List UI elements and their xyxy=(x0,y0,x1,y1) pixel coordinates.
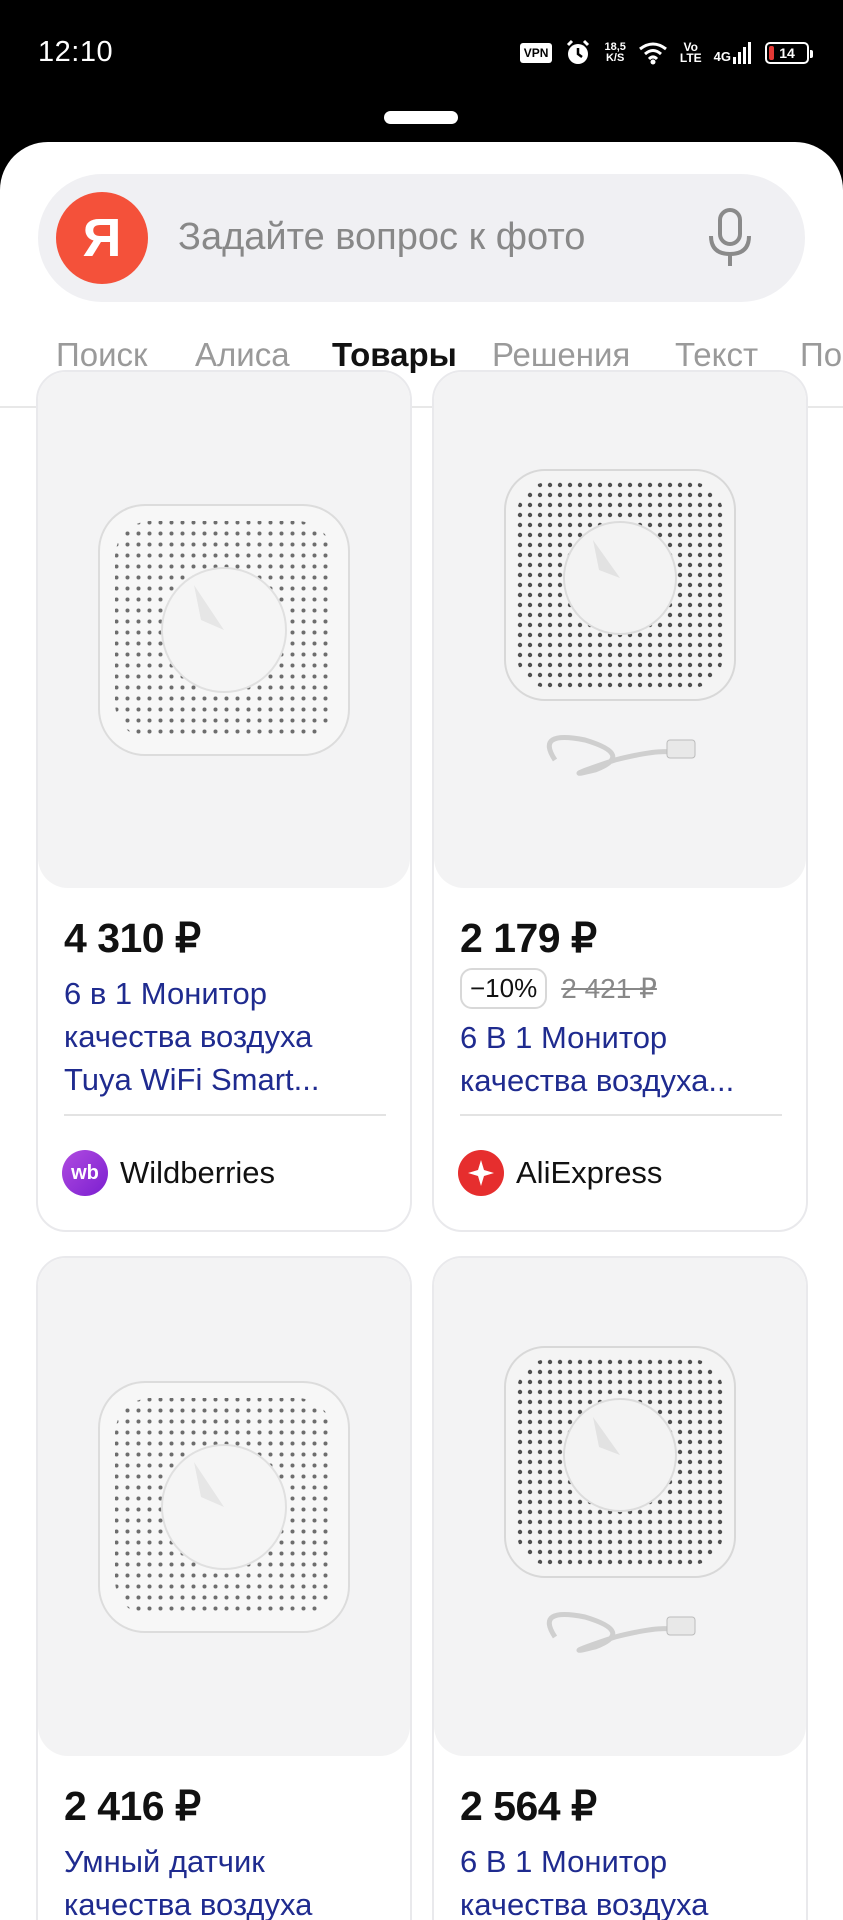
cellular-signal: 4G xyxy=(714,42,753,64)
product-image[interactable] xyxy=(38,372,410,888)
product-title[interactable]: 6 В 1 Монитор качества воздуха xyxy=(460,1840,790,1920)
product-price: 2 179 ₽ xyxy=(460,915,597,961)
speed-unit: K/S xyxy=(605,52,625,64)
product-title-line: 6 В 1 Монитор xyxy=(460,1020,668,1055)
product-title-line: качества воздуха xyxy=(64,1019,313,1054)
product-price: 2 416 ₽ xyxy=(64,1783,201,1829)
product-grid: 4 310 ₽ 6 в 1 Монитор качества воздуха T… xyxy=(0,370,843,1920)
volte-indicator: Vo LTE xyxy=(679,41,702,65)
discount-row: −10% 2 421 ₽ xyxy=(460,968,657,1009)
store-name: Wildberries xyxy=(120,1155,276,1190)
product-title-line: Tuya WiFi Smart... xyxy=(64,1062,320,1097)
air-monitor-with-cable-image xyxy=(504,1346,736,1653)
product-title-line: 6 В 1 Монитор xyxy=(460,1844,668,1879)
network-type: 4G xyxy=(713,49,731,64)
search-input[interactable]: Задайте вопрос к фото xyxy=(178,216,585,259)
status-time: 12:10 xyxy=(38,36,114,68)
product-title-line: качества воздуха... xyxy=(460,1063,735,1098)
wifi-icon xyxy=(638,42,667,65)
card-divider xyxy=(460,1114,782,1116)
product-title-line: Умный датчик xyxy=(64,1844,265,1879)
battery-fill xyxy=(769,46,774,60)
product-title[interactable]: 6 в 1 Монитор качества воздуха Tuya WiFi… xyxy=(64,972,394,1101)
product-title-line: качества воздуха xyxy=(460,1887,709,1920)
store-link[interactable]: AliExpress xyxy=(458,1150,662,1196)
product-title-line: качества воздуха xyxy=(64,1887,313,1920)
battery-level: 14 xyxy=(779,45,795,61)
tab-alice[interactable]: Алиса xyxy=(195,336,290,374)
vpn-badge: VPN xyxy=(519,43,553,63)
product-price: 4 310 ₽ xyxy=(64,915,201,961)
network-speed: 18,5 K/S xyxy=(604,42,625,64)
volte-bottom: LTE xyxy=(679,51,702,65)
tab-search[interactable]: Поиск xyxy=(56,336,147,374)
yandex-logo[interactable]: Я xyxy=(56,192,148,284)
air-monitor-image xyxy=(98,1381,350,1633)
product-price: 2 564 ₽ xyxy=(460,1783,597,1829)
tab-solutions[interactable]: Решения xyxy=(492,336,630,374)
product-title-line: 6 в 1 Монитор xyxy=(64,976,267,1011)
product-card[interactable]: 2 564 ₽ 6 В 1 Монитор качества воздуха xyxy=(432,1256,808,1920)
old-price: 2 421 ₽ xyxy=(561,973,657,1004)
card-divider xyxy=(64,1114,386,1116)
product-title[interactable]: Умный датчик качества воздуха xyxy=(64,1840,394,1920)
product-image[interactable] xyxy=(38,1258,410,1756)
aliexpress-star-icon xyxy=(458,1150,504,1196)
alarm-clock-icon xyxy=(567,39,590,64)
product-title[interactable]: 6 В 1 Монитор качества воздуха... xyxy=(460,1016,790,1102)
status-bar: 12:10 VPN 18,5 K/S Vo LTE 4G 14 xyxy=(0,0,843,110)
battery-icon: 14 xyxy=(765,42,813,64)
product-card[interactable]: 2 179 ₽ −10% 2 421 ₽ 6 В 1 Монитор качес… xyxy=(432,370,808,1232)
results-sheet: Я Задайте вопрос к фото Поиск Алиса Това… xyxy=(0,142,843,1920)
search-bar[interactable]: Я Задайте вопрос к фото xyxy=(38,174,805,302)
tab-more[interactable]: По xyxy=(800,336,842,374)
air-monitor-image xyxy=(98,504,350,756)
store-name: AliExpress xyxy=(516,1155,663,1190)
store-link[interactable]: wb Wildberries xyxy=(62,1150,275,1196)
status-icons: VPN 18,5 K/S Vo LTE 4G 14 xyxy=(519,36,813,70)
tab-products[interactable]: Товары xyxy=(332,336,457,374)
air-monitor-with-cable-image xyxy=(504,469,736,776)
product-image[interactable] xyxy=(434,372,806,888)
sheet-drag-handle[interactable] xyxy=(384,111,458,124)
microphone-icon[interactable] xyxy=(705,208,755,268)
product-card[interactable]: 4 310 ₽ 6 в 1 Монитор качества воздуха T… xyxy=(36,370,412,1232)
product-image[interactable] xyxy=(434,1258,806,1756)
signal-bars-icon xyxy=(733,42,751,64)
wildberries-logo-icon: wb xyxy=(62,1150,108,1196)
product-card[interactable]: 2 416 ₽ Умный датчик качества воздуха xyxy=(36,1256,412,1920)
discount-badge: −10% xyxy=(460,968,548,1009)
tab-text[interactable]: Текст xyxy=(675,336,758,374)
